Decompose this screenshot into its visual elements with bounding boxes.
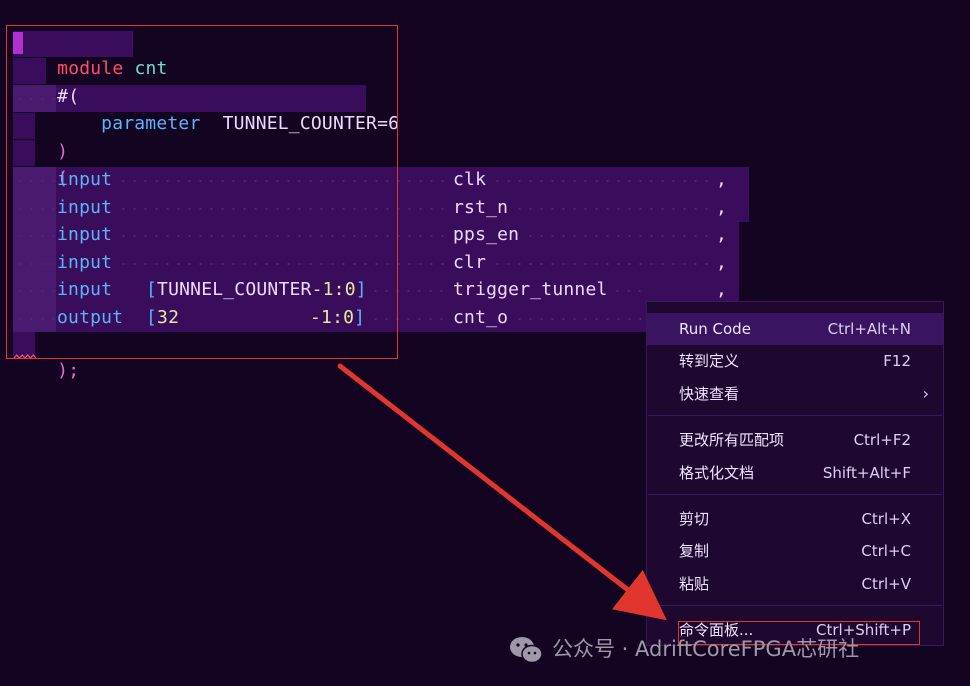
menu-item-shortcut: F12 xyxy=(883,352,911,370)
port-comma: , xyxy=(716,279,728,300)
menu-item-peek[interactable]: 快速查看 › xyxy=(647,378,943,410)
port-comma: , xyxy=(716,169,728,190)
menu-separator xyxy=(648,605,942,606)
menu-item-label: 转到定义 xyxy=(679,352,740,370)
chevron-right-icon: › xyxy=(922,384,929,403)
port-comma: , xyxy=(716,197,728,218)
whitespace-dots xyxy=(492,263,712,265)
annotation-selection-box xyxy=(6,25,398,359)
port-name: clr xyxy=(453,252,487,273)
menu-item-shortcut: Ctrl+C xyxy=(861,542,911,560)
menu-item-shortcut: Ctrl+X xyxy=(861,510,911,528)
port-name: cnt_o xyxy=(453,307,509,328)
menu-item-copy[interactable]: 复制 Ctrl+C xyxy=(647,535,943,567)
watermark: 公众号 · AdriftCoreFPGA芯研社 xyxy=(508,631,859,667)
menu-item-go-to-definition[interactable]: 转到定义 F12 xyxy=(647,345,943,377)
menu-item-paste[interactable]: 粘贴 Ctrl+V xyxy=(647,568,943,600)
menu-separator xyxy=(648,494,942,495)
menu-item-cut[interactable]: 剪切 Ctrl+X xyxy=(647,503,943,535)
menu-item-format-document[interactable]: 格式化文档 Shift+Alt+F xyxy=(647,457,943,489)
port-name: rst_n xyxy=(453,197,509,218)
port-comma: , xyxy=(716,224,728,245)
menu-item-run-code[interactable]: Run Code Ctrl+Alt+N xyxy=(647,313,943,345)
whitespace-dots xyxy=(514,318,644,320)
port-name: pps_en xyxy=(453,224,520,245)
whitespace-dots xyxy=(612,290,642,292)
menu-item-label: 剪切 xyxy=(679,510,710,528)
menu-item-label: 更改所有匹配项 xyxy=(679,431,785,449)
menu-item-shortcut: Ctrl+Alt+N xyxy=(827,320,911,338)
whitespace-dots xyxy=(525,235,712,237)
menu-item-label: 快速查看 xyxy=(679,385,740,403)
port-comma: , xyxy=(716,252,728,273)
port-name: trigger_tunnel xyxy=(453,279,608,300)
context-menu: Run Code Ctrl+Alt+N 转到定义 F12 快速查看 › 更改所有… xyxy=(646,301,944,646)
wechat-icon xyxy=(510,637,543,664)
menu-item-shortcut: Shift+Alt+F xyxy=(822,464,911,482)
menu-item-label: 粘贴 xyxy=(679,575,710,593)
close-semicolon: ); xyxy=(57,360,80,381)
whitespace-dots xyxy=(492,180,712,182)
menu-item-label: 格式化文档 xyxy=(679,464,755,482)
menu-separator xyxy=(648,415,942,416)
menu-item-shortcut: Ctrl+F2 xyxy=(853,431,911,449)
watermark-text: 公众号 · AdriftCoreFPGA芯研社 xyxy=(552,637,860,661)
port-name: clk xyxy=(453,169,487,190)
menu-item-label: 复制 xyxy=(679,542,710,560)
menu-item-change-all-occurrences[interactable]: 更改所有匹配项 Ctrl+F2 xyxy=(647,424,943,456)
menu-item-shortcut: Ctrl+V xyxy=(861,575,911,593)
menu-item-label: Run Code xyxy=(679,320,751,338)
whitespace-dots xyxy=(514,208,712,210)
